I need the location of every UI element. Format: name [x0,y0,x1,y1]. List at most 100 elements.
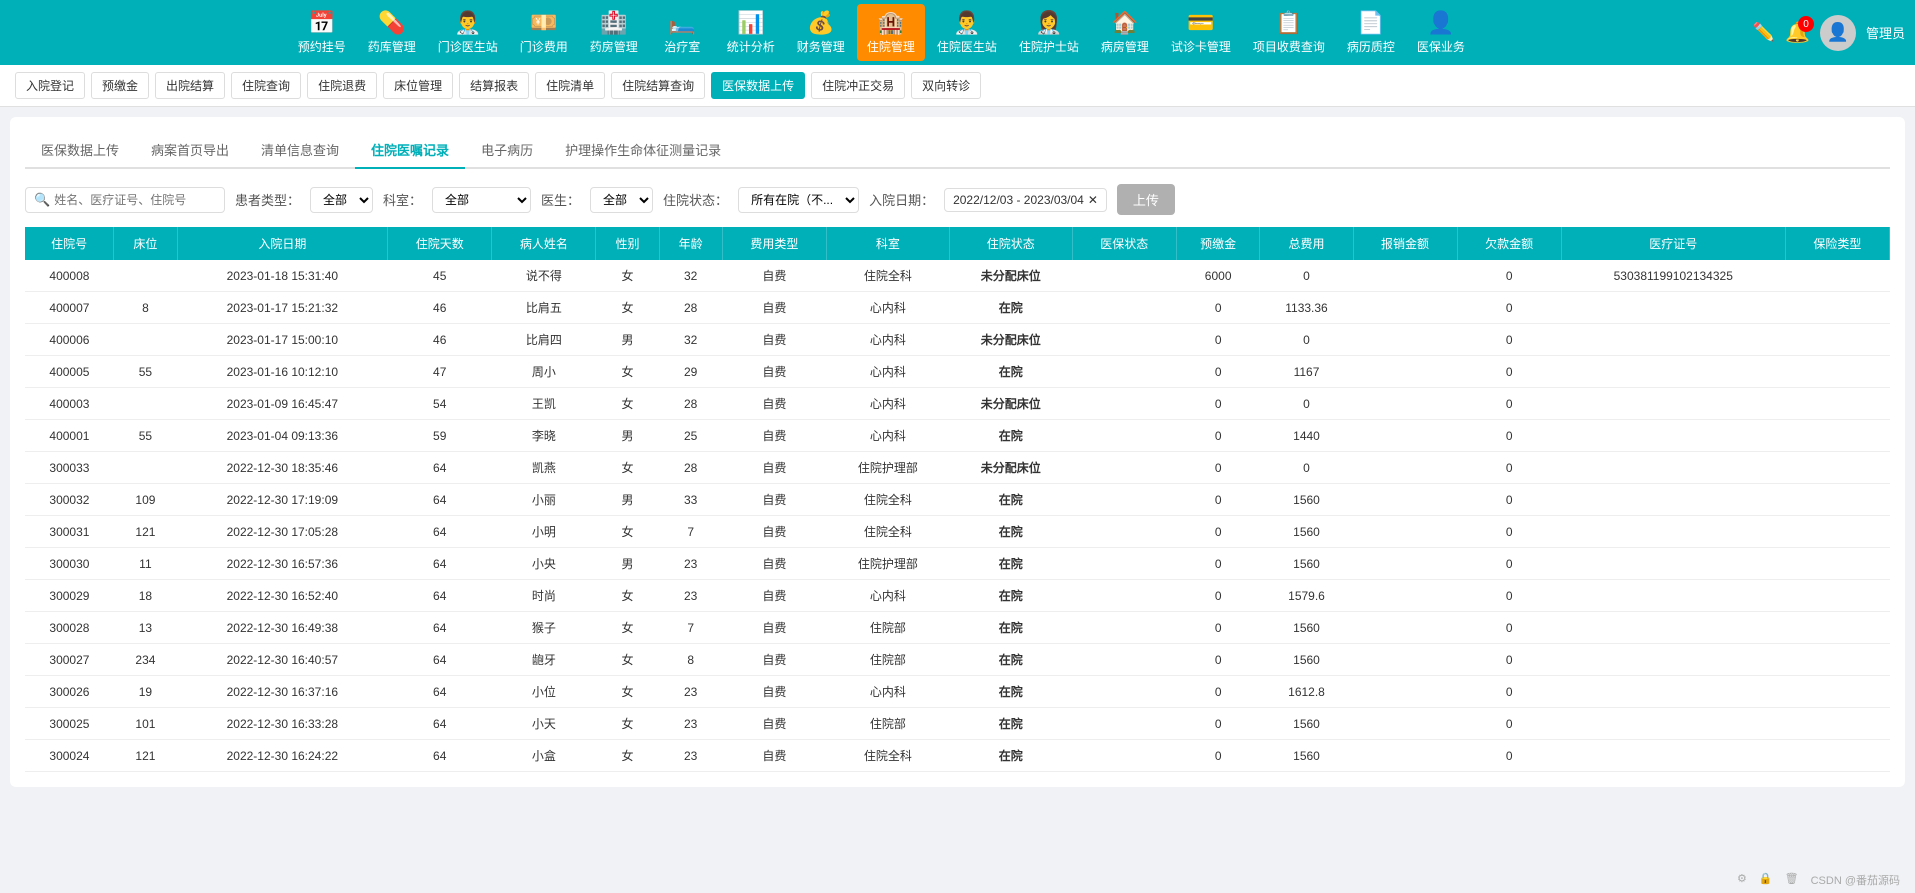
table-cell [114,324,177,356]
table-cell: 0 [1457,260,1561,292]
table-cell: 13 [114,612,177,644]
col-header-预缴金: 预缴金 [1176,227,1260,260]
patient-type-select[interactable]: 全部 普通 医保 [310,187,373,213]
date-close-icon[interactable]: ✕ [1088,193,1098,207]
tab-bingan_shouye[interactable]: 病案首页导出 [135,132,245,169]
second-nav-btn-ruyuan_dengji[interactable]: 入院登记 [15,72,85,99]
table-cell: 女 [596,388,659,420]
table-cell: 29 [659,356,722,388]
top-nav-item-shikaquan[interactable]: 💳 试诊卡管理 [1161,4,1241,61]
table-cell: 住院全科 [826,516,949,548]
table-cell [1072,420,1176,452]
table-row[interactable]: 40000782023-01-17 15:21:3246比肩五女28自费心内科在… [25,292,1890,324]
table-cell: 2023-01-04 09:13:36 [177,420,388,452]
second-nav-btn-yibao_shuju_shangchuan[interactable]: 医保数据上传 [711,72,805,99]
tab-dianzi_bingli[interactable]: 电子病历 [465,132,549,169]
table-cell: 在院 [949,676,1072,708]
top-nav-item-zhuyuan[interactable]: 🏨 住院管理 [857,4,925,61]
table-row[interactable]: 4000082023-01-18 15:31:4045说不得女32自费住院全科未… [25,260,1890,292]
admin-label: 管理员 [1866,23,1905,42]
top-nav-item-yiliao_yewu[interactable]: 👤 医保业务 [1407,4,1475,61]
table-row[interactable]: 300030112022-12-30 16:57:3664小央男23自费住院护理… [25,548,1890,580]
table-cell: 女 [596,452,659,484]
table-cell: 自费 [722,452,826,484]
second-nav-btn-zhuyuan_chaxun[interactable]: 住院查询 [231,72,301,99]
second-nav-btn-chuangwei_guanli[interactable]: 床位管理 [383,72,453,99]
table-cell [1785,388,1889,420]
admission-date-label: 入院日期： [869,190,934,209]
table-cell: 2022-12-30 16:57:36 [177,548,388,580]
second-nav-btn-yujiao_jin[interactable]: 预缴金 [91,72,149,99]
col-header-保险类型: 保险类型 [1785,227,1889,260]
date-range-input[interactable]: 2022/12/03 - 2023/03/04 ✕ [944,188,1107,212]
top-nav-item-zhuyuan_hushi[interactable]: 👩‍⚕️ 住院护士站 [1009,4,1089,61]
second-nav-btn-zhuyuan_jiesuan_chaxun[interactable]: 住院结算查询 [611,72,705,99]
table-cell: 女 [596,612,659,644]
table-cell: 女 [596,676,659,708]
table-cell [1353,484,1457,516]
table-cell: 女 [596,516,659,548]
second-nav-btn-zhuyuan_chongzheng_jiaohuan[interactable]: 住院冲正交易 [811,72,905,99]
second-nav-btn-zhuyuan_qingdan[interactable]: 住院清单 [535,72,605,99]
table-cell: 300032 [25,484,114,516]
search-box[interactable]: 🔍 [25,187,225,213]
table-row[interactable]: 300026192022-12-30 16:37:1664小位女23自费心内科在… [25,676,1890,708]
table-row[interactable]: 300029182022-12-30 16:52:4064时尚女23自费心内科在… [25,580,1890,612]
tab-huli_cezhan[interactable]: 护理操作生命体征测量记录 [549,132,737,169]
second-nav-btn-chuyuan_jiesuan[interactable]: 出院结算 [155,72,225,99]
top-nav-item-menzhen_feiyong[interactable]: 💴 门诊费用 [510,4,578,61]
department-select[interactable]: 全部 心内科 住院全科 住院护理部 住院部 [432,187,531,213]
table-row[interactable]: 3000241212022-12-30 16:24:2264小盒女23自费住院全… [25,740,1890,772]
doctor-select[interactable]: 全部 [590,187,653,213]
search-input[interactable] [54,193,216,207]
table-cell: 自费 [722,644,826,676]
top-nav-item-zhuyuan_yisheng[interactable]: 👨‍⚕️ 住院医生站 [927,4,1007,61]
tab-zhuyuan_yizhu[interactable]: 住院医嘱记录 [355,132,465,169]
avatar: 👤 [1820,15,1856,51]
table-row[interactable]: 3000332022-12-30 18:35:4664凯燕女28自费住院护理部未… [25,452,1890,484]
notification-button[interactable]: 🔔 0 [1785,20,1810,45]
table-cell [1561,516,1785,548]
table-row[interactable]: 300028132022-12-30 16:49:3864猴子女7自费住院部在院… [25,612,1890,644]
top-nav-item-caiwu[interactable]: 💰 财务管理 [787,4,855,61]
nav-icon-yiliao_yewu: 👤 [1427,10,1454,36]
table-cell: 400005 [25,356,114,388]
table-cell: 凯燕 [492,452,596,484]
tab-yibao_shangchuan[interactable]: 医保数据上传 [25,132,135,169]
table-row[interactable]: 4000032023-01-09 16:45:4754王凯女28自费心内科未分配… [25,388,1890,420]
table-row[interactable]: 3000251012022-12-30 16:33:2864小天女23自费住院部… [25,708,1890,740]
top-nav-item-yaoku[interactable]: 💊 药库管理 [358,4,426,61]
tab-qingdan_xinxi[interactable]: 清单信息查询 [245,132,355,169]
table-row[interactable]: 3000311212022-12-30 17:05:2864小明女7自费住院全科… [25,516,1890,548]
nav-label-menzhen_feiyong: 门诊费用 [520,38,568,55]
table-cell: 1560 [1260,740,1353,772]
table-cell: 1560 [1260,612,1353,644]
top-nav-item-yuding[interactable]: 📅 预约挂号 [288,4,356,61]
second-nav-btn-shuangxiang_zhuanzhen[interactable]: 双向转诊 [911,72,981,99]
upload-button[interactable]: 上传 [1117,184,1175,215]
table-cell: 300026 [25,676,114,708]
top-nav-item-menzhen[interactable]: 👨‍⚕️ 门诊医生站 [428,4,508,61]
second-nav-btn-jiesuan_baobiao[interactable]: 结算报表 [459,72,529,99]
table-row[interactable]: 400001552023-01-04 09:13:3659李晓男25自费心内科在… [25,420,1890,452]
table-cell: 比肩五 [492,292,596,324]
table-row[interactable]: 3000272342022-12-30 16:40:5764龅牙女8自费住院部在… [25,644,1890,676]
second-nav-btn-zhuyuan_tuifei[interactable]: 住院退费 [307,72,377,99]
edit-icon[interactable]: ✏️ [1753,22,1775,43]
top-nav-item-tongji[interactable]: 📊 统计分析 [717,4,785,61]
top-nav-item-xiangmu[interactable]: 📋 项目收费查询 [1243,4,1335,61]
status-select[interactable]: 所有在院（不... [738,187,859,213]
table-cell: 64 [388,452,492,484]
table-row[interactable]: 400005552023-01-16 10:12:1047周小女29自费心内科在… [25,356,1890,388]
top-nav-item-yiliao_jiance[interactable]: 📄 病历质控 [1337,4,1405,61]
table-row[interactable]: 4000062023-01-17 15:00:1046比肩四男32自费心内科未分… [25,324,1890,356]
top-nav-item-yaofang[interactable]: 🏥 药房管理 [580,4,648,61]
table-cell [1353,324,1457,356]
table-cell: 男 [596,484,659,516]
top-nav-item-zhiliao[interactable]: 🛏️ 治疗室 [650,4,715,61]
col-header-欠款金额: 欠款金额 [1457,227,1561,260]
top-nav-item-bingfang[interactable]: 🏠 病房管理 [1091,4,1159,61]
table-cell: 2022-12-30 16:40:57 [177,644,388,676]
table-row[interactable]: 3000321092022-12-30 17:19:0964小丽男33自费住院全… [25,484,1890,516]
table-cell: 自费 [722,580,826,612]
